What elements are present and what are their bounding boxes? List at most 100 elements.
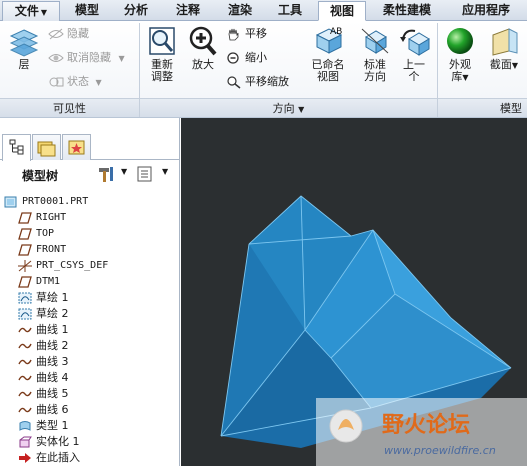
standard-orientation-button[interactable]: 标准 方向 xyxy=(356,25,394,83)
status-button[interactable]: 状态 ▼ xyxy=(48,73,102,91)
datum-plane-icon xyxy=(18,228,32,240)
tree-item-label: 曲线 1 xyxy=(36,323,69,336)
section-button[interactable]: 截面▼ xyxy=(484,25,524,72)
previous-view-label: 上一 个 xyxy=(403,58,425,83)
svg-text:AB: AB xyxy=(330,27,342,37)
sketch-icon xyxy=(18,292,32,304)
tab-view[interactable]: 视图 xyxy=(318,1,366,21)
tree-item-label: FRONT xyxy=(36,244,67,255)
curve-icon xyxy=(18,372,32,384)
tab-applications-label: 应用程序 xyxy=(461,3,510,17)
tab-model-tree[interactable] xyxy=(2,134,31,161)
tree-item[interactable]: 实体化 1 xyxy=(4,434,178,450)
datum-plane-icon xyxy=(18,276,32,288)
tab-render-label: 渲染 xyxy=(227,3,252,17)
tree-item[interactable]: PRT0001.PRT xyxy=(4,194,178,210)
tab-applications[interactable]: 应用程序 xyxy=(450,1,522,21)
watermark-graphic: 野火论坛 www.proewildfire.cn xyxy=(316,398,527,466)
tab-file[interactable]: 文件 ▼ xyxy=(2,1,60,21)
zoom-out-button[interactable]: 缩小 xyxy=(226,49,267,67)
pan-button[interactable]: 平移 xyxy=(226,25,267,43)
section-icon xyxy=(492,28,518,56)
tree-item-label: RIGHT xyxy=(36,212,67,223)
model-tree-title: 模型树 xyxy=(22,169,59,183)
tab-tools[interactable]: 工具 xyxy=(268,1,312,21)
tree-item-label: 实体化 1 xyxy=(36,435,80,448)
tree-item[interactable]: DTM1 xyxy=(4,274,178,290)
insert-here-arrow-icon xyxy=(18,452,32,464)
chevron-down-icon: ▼ xyxy=(511,61,519,70)
appearance-gallery-button[interactable]: 外观 库▼ xyxy=(440,25,480,84)
curve-icon xyxy=(18,340,32,352)
orientation-group-label[interactable]: 方向 ▼ xyxy=(140,98,437,117)
layers-label: 层 xyxy=(18,58,30,71)
named-views-button[interactable]: AB 已命名 视图 xyxy=(306,25,350,83)
tab-render[interactable]: 渲染 xyxy=(218,1,262,21)
layers-button[interactable]: 层 xyxy=(4,27,44,71)
tree-item[interactable]: 在此插入 xyxy=(4,450,178,466)
chevron-down-icon[interactable]: ▼ xyxy=(121,167,127,176)
tree-item-label: 曲线 5 xyxy=(36,387,69,400)
unhide-label: 取消隐藏 xyxy=(67,51,111,64)
model-display-group-title: 模型 xyxy=(500,102,522,115)
navigator-tabs xyxy=(0,134,180,161)
ribbon-tab-bar: 文件 ▼ 模型 分析 注释 渲染 工具 视图 柔性建模 应用程序 xyxy=(0,0,527,21)
named-views-icon: AB xyxy=(315,27,342,54)
status-label: 状态 xyxy=(67,75,89,88)
unhide-icon xyxy=(48,54,64,62)
curve-icon xyxy=(18,324,32,336)
watermark-url: www.proewildfire.cn xyxy=(384,444,496,457)
chevron-down-icon[interactable]: ▼ xyxy=(162,167,168,176)
solidify-icon xyxy=(18,436,32,448)
tree-item[interactable]: 类型 1 xyxy=(4,418,178,434)
chevron-down-icon: ▼ xyxy=(40,8,48,17)
zoom-in-icon xyxy=(189,26,217,56)
pan-zoom-button[interactable]: 平移缩放 xyxy=(226,73,289,91)
tab-analysis-label: 分析 xyxy=(123,3,148,17)
tree-item-label: 类型 1 xyxy=(36,419,69,432)
tab-favorites[interactable] xyxy=(62,134,91,160)
pan-zoom-label: 平移缩放 xyxy=(245,75,289,88)
section-label: 截面 xyxy=(489,58,512,71)
curve-icon xyxy=(18,404,32,416)
hand-icon xyxy=(228,28,239,41)
chevron-down-icon: ▼ xyxy=(462,73,469,82)
refit-icon xyxy=(149,27,175,55)
tab-model[interactable]: 模型 xyxy=(66,1,108,21)
previous-view-button[interactable]: 上一 个 xyxy=(396,25,432,83)
app-window: 文件 ▼ 模型 分析 注释 渲染 工具 视图 柔性建模 应用程序 层 隐藏 取消隐… xyxy=(0,0,527,466)
tree-item[interactable]: 草绘 1 xyxy=(4,290,178,306)
tree-item[interactable]: TOP xyxy=(4,226,178,242)
datum-plane-icon xyxy=(18,244,32,256)
forum-watermark: 野火论坛 www.proewildfire.cn xyxy=(316,398,527,466)
tree-item[interactable]: PRT_CSYS_DEF xyxy=(4,258,178,274)
named-views-label: 已命名 视图 xyxy=(311,58,345,83)
tree-item[interactable]: 曲线 3 xyxy=(4,354,178,370)
zoom-out-label: 缩小 xyxy=(245,51,267,64)
zoom-in-button[interactable]: 放大 xyxy=(186,25,220,71)
tree-item[interactable]: 草绘 2 xyxy=(4,306,178,322)
tree-item[interactable]: FRONT xyxy=(4,242,178,258)
folder-icon xyxy=(37,141,56,157)
tree-tools-button[interactable] xyxy=(96,165,118,186)
tree-item[interactable]: 曲线 5 xyxy=(4,386,178,402)
tree-item-label: PRT0001.PRT xyxy=(22,196,89,207)
tab-annotate[interactable]: 注释 xyxy=(166,1,210,21)
tree-item-label: 草绘 2 xyxy=(36,307,69,320)
tools-hammer-icon xyxy=(99,167,113,182)
tree-item[interactable]: 曲线 6 xyxy=(4,402,178,418)
tab-folder-browser[interactable] xyxy=(32,134,61,160)
tree-settings-button[interactable] xyxy=(136,165,154,186)
tree-item[interactable]: 曲线 1 xyxy=(4,322,178,338)
tree-item[interactable]: 曲线 4 xyxy=(4,370,178,386)
tab-analysis[interactable]: 分析 xyxy=(114,1,158,21)
tree-item-label: PRT_CSYS_DEF xyxy=(36,260,109,271)
unhide-button[interactable]: 取消隐藏 ▼ xyxy=(48,49,125,67)
tree-item[interactable]: 曲线 2 xyxy=(4,338,178,354)
refit-button[interactable]: 重新 调整 xyxy=(142,25,182,83)
watermark-name: 野火论坛 xyxy=(382,412,470,438)
tab-flexible-modeling[interactable]: 柔性建模 xyxy=(372,1,442,21)
hide-button[interactable]: 隐藏 xyxy=(48,25,89,43)
tree-item[interactable]: RIGHT xyxy=(4,210,178,226)
tab-model-label: 模型 xyxy=(74,3,99,17)
